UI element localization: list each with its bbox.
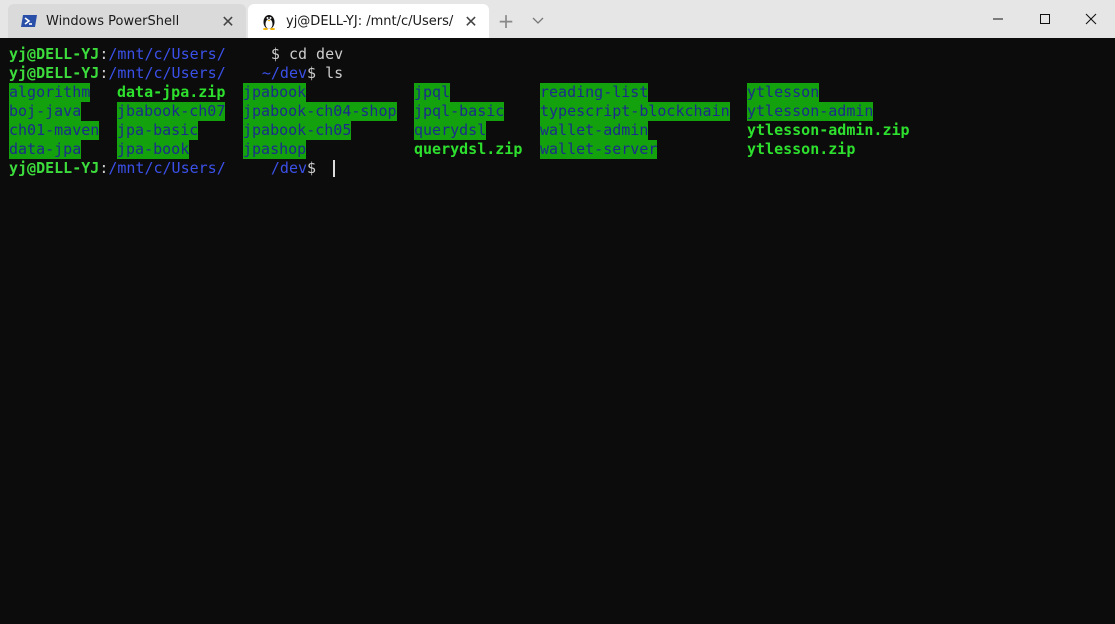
ls-file: querydsl.zip: [414, 140, 523, 158]
ls-directory: jpql-basic: [414, 102, 505, 121]
text-cursor: [333, 160, 336, 177]
command-text: $ ls: [307, 64, 344, 82]
ls-directory: wallet-admin: [540, 121, 649, 140]
ls-directory: jpa-book: [117, 140, 190, 159]
ls-directory: querydsl: [414, 121, 487, 140]
tab-windows-powershell[interactable]: Windows PowerShell ✕: [8, 4, 246, 38]
tab-title: Windows PowerShell: [46, 13, 180, 29]
command-text: $: [307, 159, 326, 177]
maximize-icon[interactable]: [1022, 0, 1068, 38]
close-tab-icon[interactable]: ✕: [216, 9, 240, 33]
ls-directory: typescript-blockchain: [540, 102, 730, 121]
ls-directory: boj-java: [9, 102, 82, 121]
ls-directory: jpa-basic: [117, 121, 199, 140]
ls-directory: jpabook-ch04-shop: [243, 102, 397, 121]
ls-directory: ytlesson-admin: [747, 102, 874, 121]
ls-file: data-jpa.zip: [117, 83, 226, 101]
ls-directory: wallet-server: [540, 140, 658, 159]
close-window-icon[interactable]: [1068, 0, 1114, 38]
prompt-path: /mnt/c/Users/ ~/dev: [108, 64, 308, 82]
ls-directory: ytlesson: [747, 83, 820, 102]
ls-directory: jpashop: [243, 140, 307, 159]
ls-directory: reading-list: [540, 83, 649, 102]
ls-directory: algorithm: [9, 83, 91, 102]
terminal-line: yj@DELL-YJ:/mnt/c/Users/ $ cd dev: [9, 45, 343, 64]
minimize-icon[interactable]: [975, 0, 1021, 38]
chevron-down-icon[interactable]: [526, 9, 550, 33]
prompt-separator: :: [99, 159, 109, 177]
prompt-user: yj@DELL-YJ: [9, 159, 100, 177]
prompt-user: yj@DELL-YJ: [9, 64, 100, 82]
ls-directory: jpabook: [243, 83, 307, 102]
prompt-separator: :: [99, 64, 109, 82]
terminal-line: yj@DELL-YJ:/mnt/c/Users/ /dev$: [9, 159, 336, 178]
command-text: $ cd dev: [225, 45, 344, 63]
powershell-icon: [20, 12, 38, 30]
ls-directory: data-jpa: [9, 140, 82, 159]
prompt-path: /mnt/c/Users/: [108, 45, 226, 63]
ls-file: ytlesson-admin.zip: [747, 121, 910, 139]
tab-linux-shell[interactable]: yj@DELL-YJ: /mnt/c/Users/ ✕: [248, 4, 489, 38]
close-tab-icon[interactable]: ✕: [459, 9, 483, 33]
ls-directory: jpabook-ch05: [243, 121, 352, 140]
linux-penguin-icon: [260, 12, 278, 30]
title-bar: Windows PowerShell ✕ yj@DELL-YJ: /mnt/c/…: [0, 0, 1115, 38]
tab-title: yj@DELL-YJ: /mnt/c/Users/: [286, 13, 454, 29]
prompt-separator: :: [99, 45, 109, 63]
terminal-window: Windows PowerShell ✕ yj@DELL-YJ: /mnt/c/…: [0, 0, 1115, 624]
prompt-path: /mnt/c/Users/ /dev: [108, 159, 308, 177]
terminal-output[interactable]: yj@DELL-YJ:/mnt/c/Users/ $ cd dev yj@DEL…: [0, 38, 1115, 624]
ls-directory: jbabook-ch07: [117, 102, 226, 121]
ls-directory: ch01-maven: [9, 121, 100, 140]
terminal-line: yj@DELL-YJ:/mnt/c/Users/ ~/dev$ ls: [9, 64, 343, 83]
prompt-user: yj@DELL-YJ: [9, 45, 100, 63]
new-tab-icon[interactable]: +: [494, 9, 518, 33]
ls-file: ytlesson.zip: [747, 140, 856, 158]
ls-directory: jpql: [414, 83, 451, 102]
